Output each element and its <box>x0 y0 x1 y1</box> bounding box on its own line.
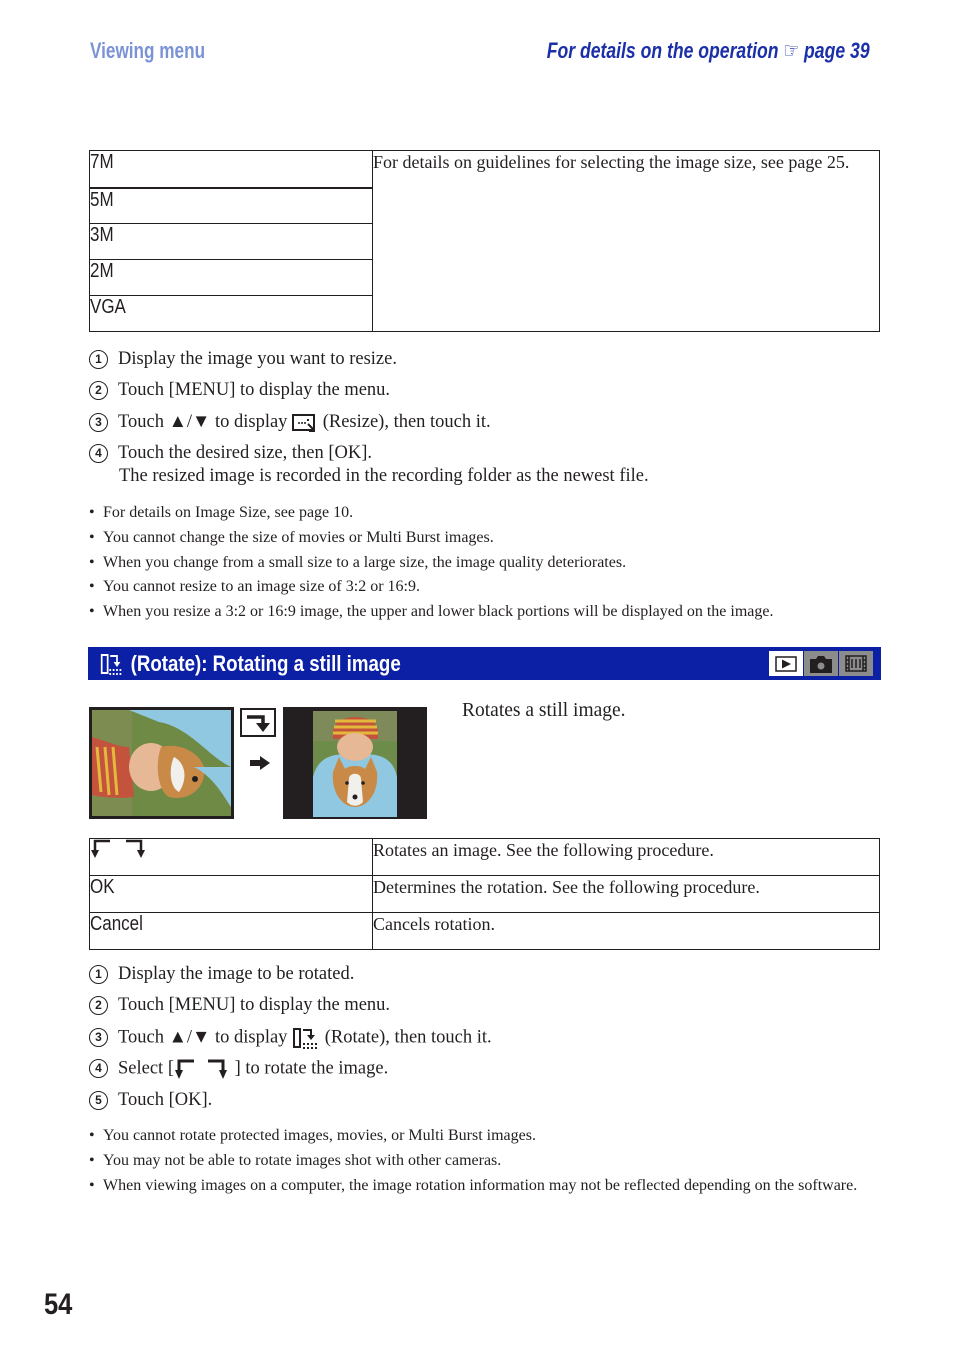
step-text: Select [ <box>118 1058 174 1079</box>
cancel-description: Cancels rotation. <box>372 912 880 950</box>
camera-mode-icon <box>804 651 838 676</box>
size-option-7m: 7M <box>89 150 373 189</box>
resize-note: • When you resize a 3:2 or 16:9 image, th… <box>89 603 774 620</box>
resize-size-table: 7M For details on guidelines for selecti… <box>89 150 880 332</box>
rotate-icon <box>100 654 122 675</box>
running-header-reference[interactable]: For details on the operation ☞ page 39 <box>547 38 870 64</box>
right-arrow-icon <box>249 755 271 776</box>
resize-note: • You cannot change the size of movies or… <box>89 529 494 546</box>
resize-step-2: 2 Touch [MENU] to display the menu. <box>89 379 390 402</box>
step-text: Touch [OK]. <box>118 1090 213 1110</box>
step-text: Display the image to be rotated. <box>118 964 355 984</box>
step-text: (Rotate), then touch it. <box>324 1027 492 1048</box>
step-text: Touch ▲/▼ to display <box>118 412 288 432</box>
running-header-section: Viewing menu <box>90 38 206 63</box>
step-number: 5 <box>89 1091 108 1110</box>
rotate-step-1: 1 Display the image to be rotated. <box>89 963 354 986</box>
section-title-text: (Rotate): Rotating a still image <box>130 651 401 676</box>
size-option-2m: 2M <box>89 259 373 296</box>
resize-note: • You cannot resize to an image size of 3… <box>89 578 420 595</box>
step-text: Touch ▲/▼ to display <box>118 1027 288 1048</box>
step-number: 3 <box>89 1028 108 1048</box>
step-number: 4 <box>89 444 108 463</box>
rotate-note: • You may not be able to rotate images sh… <box>89 1152 502 1169</box>
step-continuation: The resized image is recorded in the rec… <box>119 466 649 486</box>
rotate-intro: Rotates a still image. <box>462 700 626 721</box>
playback-mode-icon <box>769 651 803 676</box>
size-option-vga: VGA <box>89 295 373 332</box>
movie-mode-icon <box>839 651 873 676</box>
size-option-5m: 5M <box>89 187 373 224</box>
rotate-left-right-icons <box>175 1059 227 1079</box>
step-number: 3 <box>89 413 108 432</box>
reference-page-link[interactable]: page 39 <box>804 38 870 63</box>
rotate-note: • When viewing images on a computer, the … <box>89 1177 858 1194</box>
resize-step-4: 4 Touch the desired size, then [OK]. The … <box>89 442 649 488</box>
rotate-step-2: 2 Touch [MENU] to display the menu. <box>89 994 390 1017</box>
rotate-direction-description: Rotates an image. See the following proc… <box>372 838 880 876</box>
section-title: (Rotate): Rotating a still image <box>100 651 401 677</box>
step-text: (Resize), then touch it. <box>322 412 491 432</box>
rotate-step-5: 5 Touch [OK]. <box>89 1089 212 1112</box>
step-text: ] to rotate the image. <box>234 1058 389 1079</box>
step-number: 4 <box>89 1059 108 1079</box>
rotate-step-4: 4 Select [ ] to rotate the image. <box>89 1057 388 1081</box>
page-number: 54 <box>44 1288 73 1321</box>
rotate-section-header: (Rotate): Rotating a still image <box>88 647 881 680</box>
reference-text: For details on the operation <box>547 38 779 63</box>
photo-after-rotation <box>283 707 427 819</box>
resize-step-1: 1 Display the image you want to resize. <box>89 348 397 371</box>
step-text: Touch the desired size, then [OK]. <box>118 443 373 463</box>
rotate-note: • You cannot rotate protected images, mov… <box>89 1127 536 1144</box>
rotate-step-3: 3 Touch ▲/▼ to display (Rotate), then tou… <box>89 1026 492 1050</box>
size-option-3m: 3M <box>89 223 373 260</box>
photo-before-rotation <box>89 707 234 819</box>
rotate-left-right-icons <box>91 839 145 858</box>
resize-step-3: 3 Touch ▲/▼ to display (Resize), then tou… <box>89 411 491 434</box>
rotate-clockwise-icon <box>240 708 276 742</box>
resize-note: • When you change from a small size to a … <box>89 554 627 571</box>
resize-note: • For details on Image Size, see page 10. <box>89 504 354 521</box>
pointing-hand-icon: ☞ <box>783 38 800 63</box>
step-number: 2 <box>89 381 108 400</box>
step-text: Touch [MENU] to display the menu. <box>118 995 391 1015</box>
size-description: For details on guidelines for selecting … <box>372 150 880 332</box>
resize-icon <box>292 413 316 432</box>
step-number: 1 <box>89 350 108 369</box>
ok-description: Determines the rotation. See the followi… <box>372 875 880 913</box>
cancel-option: Cancel <box>89 912 373 950</box>
step-number: 1 <box>89 965 108 984</box>
step-text: Touch [MENU] to display the menu. <box>118 380 391 400</box>
ok-option: OK <box>89 875 373 913</box>
step-number: 2 <box>89 996 108 1015</box>
step-text: Display the image you want to resize. <box>118 349 397 369</box>
rotate-direction-buttons <box>89 838 373 876</box>
rotate-icon <box>293 1028 318 1049</box>
rotate-options-table: Rotates an image. See the following proc… <box>89 838 880 950</box>
